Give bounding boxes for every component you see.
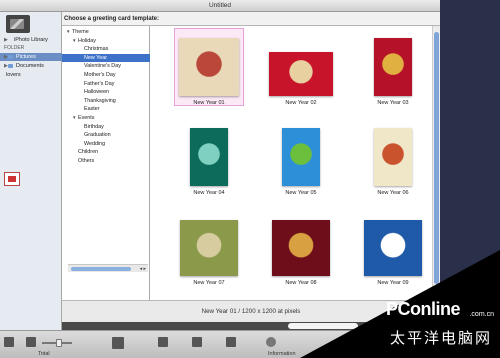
category-item[interactable]: Father's Day xyxy=(62,80,150,89)
rotate-icon[interactable] xyxy=(266,337,276,347)
folder-icon xyxy=(8,55,13,59)
template-card[interactable]: New Year 04 xyxy=(164,118,254,202)
source-header-folder: FOLDER xyxy=(4,45,25,51)
disclosure-triangle-icon[interactable]: ▼ xyxy=(72,37,76,46)
category-label: Mother's Day xyxy=(84,72,116,78)
source-documents[interactable]: ▶ Documents xyxy=(0,62,62,70)
category-label: Holiday xyxy=(78,37,96,44)
source-label: Pictures xyxy=(16,54,36,60)
category-label: Children xyxy=(78,149,99,156)
category-item[interactable]: Graduation xyxy=(62,131,150,140)
watermark-domain: .com.cn xyxy=(469,311,494,318)
template-card[interactable]: New Year 02 xyxy=(256,28,346,112)
print-icon[interactable] xyxy=(112,337,124,349)
category-item[interactable]: Halloween xyxy=(62,88,150,97)
template-caption: New Year 01 xyxy=(193,100,225,106)
add-folder-icon[interactable] xyxy=(4,337,14,347)
category-label: Events xyxy=(78,115,95,121)
template-caption: New Year 03 xyxy=(377,100,409,106)
category-label: New Year xyxy=(84,54,108,61)
template-caption: New Year 06 xyxy=(377,190,409,196)
template-card[interactable]: New Year 06 xyxy=(348,118,438,202)
category-label: Birthday xyxy=(84,123,104,130)
information-label: Information xyxy=(268,351,296,357)
source-iphoto-library[interactable]: ▶ iPhoto Library xyxy=(0,36,62,44)
template-thumbnail[interactable] xyxy=(374,128,412,186)
folder-icon xyxy=(8,64,13,68)
template-thumbnail[interactable] xyxy=(374,38,412,96)
trash-icon[interactable] xyxy=(226,337,236,347)
category-item[interactable]: Children xyxy=(62,148,150,157)
total-label: Total xyxy=(38,351,50,357)
template-card[interactable]: New Year 05 xyxy=(256,118,346,202)
source-sidebar: ▶ iPhoto Library FOLDER ▶ Pictures ▶ Doc… xyxy=(0,12,62,330)
scroll-arrows-icon[interactable]: ◂ ▸ xyxy=(140,265,146,273)
disclosure-triangle-icon[interactable]: ▼ xyxy=(66,28,70,37)
photo-browser-icon[interactable] xyxy=(6,15,30,33)
category-item[interactable]: Others xyxy=(62,157,150,166)
source-label: iPhoto Library xyxy=(14,37,48,43)
category-label: Easter xyxy=(84,106,100,113)
window-title: Untitled xyxy=(0,0,440,12)
category-label: Theme xyxy=(72,29,89,35)
source-pictures[interactable]: ▶ Pictures xyxy=(0,53,62,61)
watermark-cn: 太平洋电脑网 xyxy=(389,330,492,347)
template-thumbnail[interactable] xyxy=(282,128,320,186)
category-label: Halloween xyxy=(84,89,110,96)
category-item[interactable]: ▼ Theme xyxy=(62,28,150,37)
category-item[interactable]: ▼ Events xyxy=(62,114,150,123)
add-page-icon[interactable] xyxy=(158,337,168,347)
source-label: Documents xyxy=(16,63,44,69)
category-item[interactable]: New Year xyxy=(62,53,150,63)
template-card[interactable]: New Year 07 xyxy=(164,208,254,292)
category-item[interactable]: ▼ Holiday xyxy=(62,37,150,46)
zoom-slider[interactable] xyxy=(42,339,72,347)
template-card[interactable]: New Year 01 xyxy=(164,28,254,112)
template-thumbnail[interactable] xyxy=(190,128,228,186)
template-caption: New Year 07 xyxy=(193,280,225,286)
watermark-logo: PConline .com.cn 太平洋电脑网 xyxy=(300,250,500,358)
category-label: Thanksgiving xyxy=(84,97,116,104)
slider-knob[interactable] xyxy=(56,339,62,347)
template-thumbnail[interactable] xyxy=(179,38,239,96)
category-horizontal-scrollbar[interactable]: ◂ ▸ xyxy=(68,264,148,272)
disclosure-triangle-icon[interactable]: ▼ xyxy=(72,114,76,123)
source-lovers[interactable]: lovers xyxy=(0,71,62,79)
source-label: lovers xyxy=(6,72,21,78)
template-caption: New Year 05 xyxy=(285,190,317,196)
category-label: Wedding xyxy=(84,140,106,147)
category-label: Valentine's Day xyxy=(84,63,121,70)
sheet-prompt: Choose a greeting card template: xyxy=(62,12,440,26)
category-label: Others xyxy=(78,158,95,164)
disclosure-triangle-icon[interactable]: ▶ xyxy=(4,36,8,44)
template-thumbnail[interactable] xyxy=(269,52,333,96)
category-item[interactable]: Christmas xyxy=(62,45,150,54)
folder-action-icon[interactable] xyxy=(26,337,36,347)
category-label: Christmas xyxy=(84,46,109,53)
category-item[interactable]: Mother's Day xyxy=(62,71,150,80)
duplicate-icon[interactable] xyxy=(192,337,202,347)
category-item[interactable]: Thanksgiving xyxy=(62,97,150,106)
category-item[interactable]: Birthday xyxy=(62,123,150,132)
template-card[interactable]: New Year 03 xyxy=(348,28,438,112)
category-item[interactable]: Easter xyxy=(62,105,150,114)
watermark-brand: PConline xyxy=(385,299,461,319)
photo-thumbnail[interactable] xyxy=(4,172,20,186)
category-label: Graduation xyxy=(84,132,111,139)
template-caption: New Year 02 xyxy=(285,100,317,106)
template-caption: New Year 04 xyxy=(193,190,225,196)
category-item[interactable]: Wedding xyxy=(62,140,150,149)
scrollbar-thumb[interactable] xyxy=(71,267,131,271)
category-tree: ▼ Theme ▼ Holiday Christmas New Year Valentine… xyxy=(62,26,150,300)
scrollbar-thumb[interactable] xyxy=(434,32,439,284)
category-item[interactable]: Valentine's Day xyxy=(62,62,150,71)
category-label: Father's Day xyxy=(84,80,115,87)
template-thumbnail[interactable] xyxy=(180,220,238,276)
